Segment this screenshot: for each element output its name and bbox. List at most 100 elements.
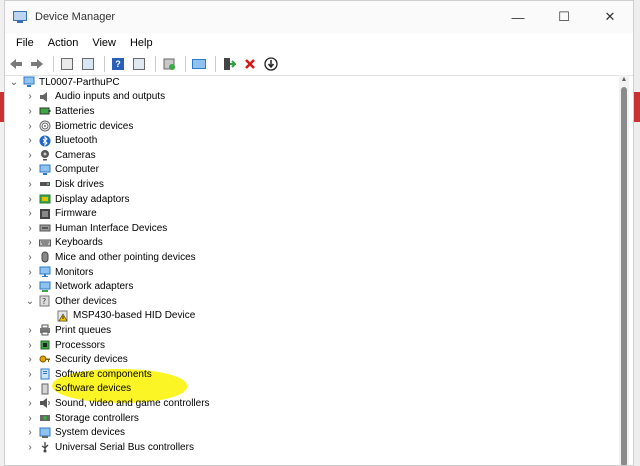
tree-item[interactable]: › Software devices (25, 382, 131, 397)
unknown-device-icon: ? (39, 295, 51, 307)
tree-item-label: Security devices (55, 354, 128, 366)
tree-expander-icon[interactable]: ⌄ (9, 77, 19, 88)
tree-item-child[interactable]: MSP430-based HID Device (43, 309, 195, 324)
update-driver-icon[interactable] (160, 55, 178, 73)
tree-item[interactable]: › Processors (25, 338, 105, 353)
tree-item[interactable]: › Monitors (25, 265, 93, 280)
background-page-right (634, 0, 640, 466)
tree-expander-icon[interactable]: › (25, 340, 35, 351)
software-device-icon (39, 383, 51, 395)
tree-expander-icon[interactable]: › (25, 91, 35, 102)
tree-item[interactable]: › Print queues (25, 323, 111, 338)
scroll-up-arrow-icon[interactable]: ▲ (619, 75, 629, 85)
tree-item-label: Sound, video and game controllers (55, 397, 210, 409)
tree-item-label: Print queues (55, 324, 112, 336)
view-icon[interactable] (130, 55, 148, 73)
enable-device-icon[interactable] (220, 55, 238, 73)
usb-icon (39, 441, 51, 453)
speaker-icon (39, 91, 51, 103)
tree-expander-icon[interactable]: › (25, 164, 35, 175)
back-arrow-icon[interactable] (7, 55, 25, 73)
menu-view[interactable]: View (85, 37, 123, 49)
hid-icon (39, 222, 51, 234)
tree-item[interactable]: › Batteries (25, 104, 94, 119)
tree-item[interactable]: › Human Interface Devices (25, 221, 167, 236)
tree-item[interactable]: ⌄? Other devices (25, 294, 117, 309)
tree-item[interactable]: › Cameras (25, 148, 96, 163)
tree-root[interactable]: ⌄ TL0007-ParthuPC (9, 75, 120, 90)
tree-item[interactable]: › Display adaptors (25, 192, 129, 207)
tree-expander-icon[interactable]: › (25, 150, 35, 161)
tree-item[interactable]: › Universal Serial Bus controllers (25, 440, 194, 455)
monitor-icon[interactable] (190, 55, 208, 73)
security-icon (39, 354, 51, 366)
uninstall-x-icon[interactable] (241, 55, 259, 73)
toolbar-separator (104, 56, 105, 72)
tree-expander-icon[interactable]: › (25, 413, 35, 424)
tree-item[interactable]: › Bluetooth (25, 133, 97, 148)
tree-expander-icon[interactable]: › (25, 267, 35, 278)
tree-expander-icon[interactable]: › (25, 135, 35, 146)
tree-expander-icon[interactable]: › (25, 223, 35, 234)
menu-help[interactable]: Help (123, 37, 160, 49)
menu-action[interactable]: Action (41, 37, 86, 49)
tree-expander-icon[interactable]: › (25, 121, 35, 132)
properties-icon[interactable] (58, 55, 76, 73)
background-banner-right (634, 92, 640, 122)
toolbar-separator (185, 56, 186, 72)
minimize-button[interactable]: — (495, 1, 541, 33)
tree-item[interactable]: › Network adapters (25, 279, 133, 294)
scan-icon[interactable] (79, 55, 97, 73)
tree-expander-icon[interactable]: › (25, 354, 35, 365)
tree-expander-icon[interactable]: › (25, 106, 35, 117)
tree-item[interactable]: › Computer (25, 163, 99, 178)
tree-item[interactable]: › Software components (25, 367, 152, 382)
tree-item[interactable]: › Keyboards (25, 236, 103, 251)
disk-icon (39, 178, 51, 190)
tree-expander-icon[interactable]: › (25, 208, 35, 219)
computer-icon (39, 164, 51, 176)
title-bar: Device Manager — ☐ ✕ (5, 1, 633, 33)
scroll-thumb[interactable] (621, 87, 627, 465)
tree-item[interactable]: › Security devices (25, 352, 128, 367)
tree-expander-icon[interactable]: › (25, 252, 35, 263)
tree-expander-icon[interactable]: › (25, 194, 35, 205)
tree-expander-icon[interactable]: › (25, 398, 35, 409)
download-icon[interactable] (262, 55, 280, 73)
tree-expander-icon[interactable]: › (25, 325, 35, 336)
toolbar-separator (53, 56, 54, 72)
display-adapter-icon (39, 193, 51, 205)
warning-device-icon (57, 310, 69, 322)
tree-item[interactable]: › Audio inputs and outputs (25, 90, 165, 105)
tree-item[interactable]: › Biometric devices (25, 119, 133, 134)
device-tree: ⌄ TL0007-ParthuPC › Audio inputs and output… (5, 75, 615, 465)
svg-text:?: ? (42, 297, 46, 306)
tree-expander-icon[interactable]: › (25, 237, 35, 248)
tree-item[interactable]: › Mice and other pointing devices (25, 250, 196, 265)
tree-item-label: Other devices (55, 295, 117, 307)
tree-expander-icon[interactable]: ⌄ (25, 296, 35, 307)
forward-arrow-icon[interactable] (28, 55, 46, 73)
vertical-scrollbar[interactable]: ▲ (619, 75, 629, 465)
tree-expander-icon[interactable]: › (25, 369, 35, 380)
menu-file[interactable]: File (9, 37, 41, 49)
window-title: Device Manager (35, 11, 116, 23)
tree-item[interactable]: › Disk drives (25, 177, 104, 192)
close-button[interactable]: ✕ (587, 1, 633, 33)
tree-item[interactable]: › System devices (25, 425, 125, 440)
tree-item[interactable]: › Sound, video and game controllers (25, 396, 210, 411)
tree-item-label: Firmware (55, 208, 97, 220)
toolbar-separator (215, 56, 216, 72)
tree-item[interactable]: › Firmware (25, 206, 97, 221)
tree-item-label: Keyboards (55, 237, 103, 249)
tree-expander-icon[interactable]: › (25, 383, 35, 394)
maximize-button[interactable]: ☐ (541, 1, 587, 33)
battery-icon (39, 105, 51, 117)
tree-expander-icon[interactable]: › (25, 427, 35, 438)
tree-expander-icon[interactable]: › (25, 442, 35, 453)
help-icon[interactable]: ? (109, 55, 127, 73)
bluetooth-icon (39, 135, 51, 147)
tree-expander-icon[interactable]: › (25, 281, 35, 292)
tree-item[interactable]: › Storage controllers (25, 411, 139, 426)
tree-expander-icon[interactable]: › (25, 179, 35, 190)
